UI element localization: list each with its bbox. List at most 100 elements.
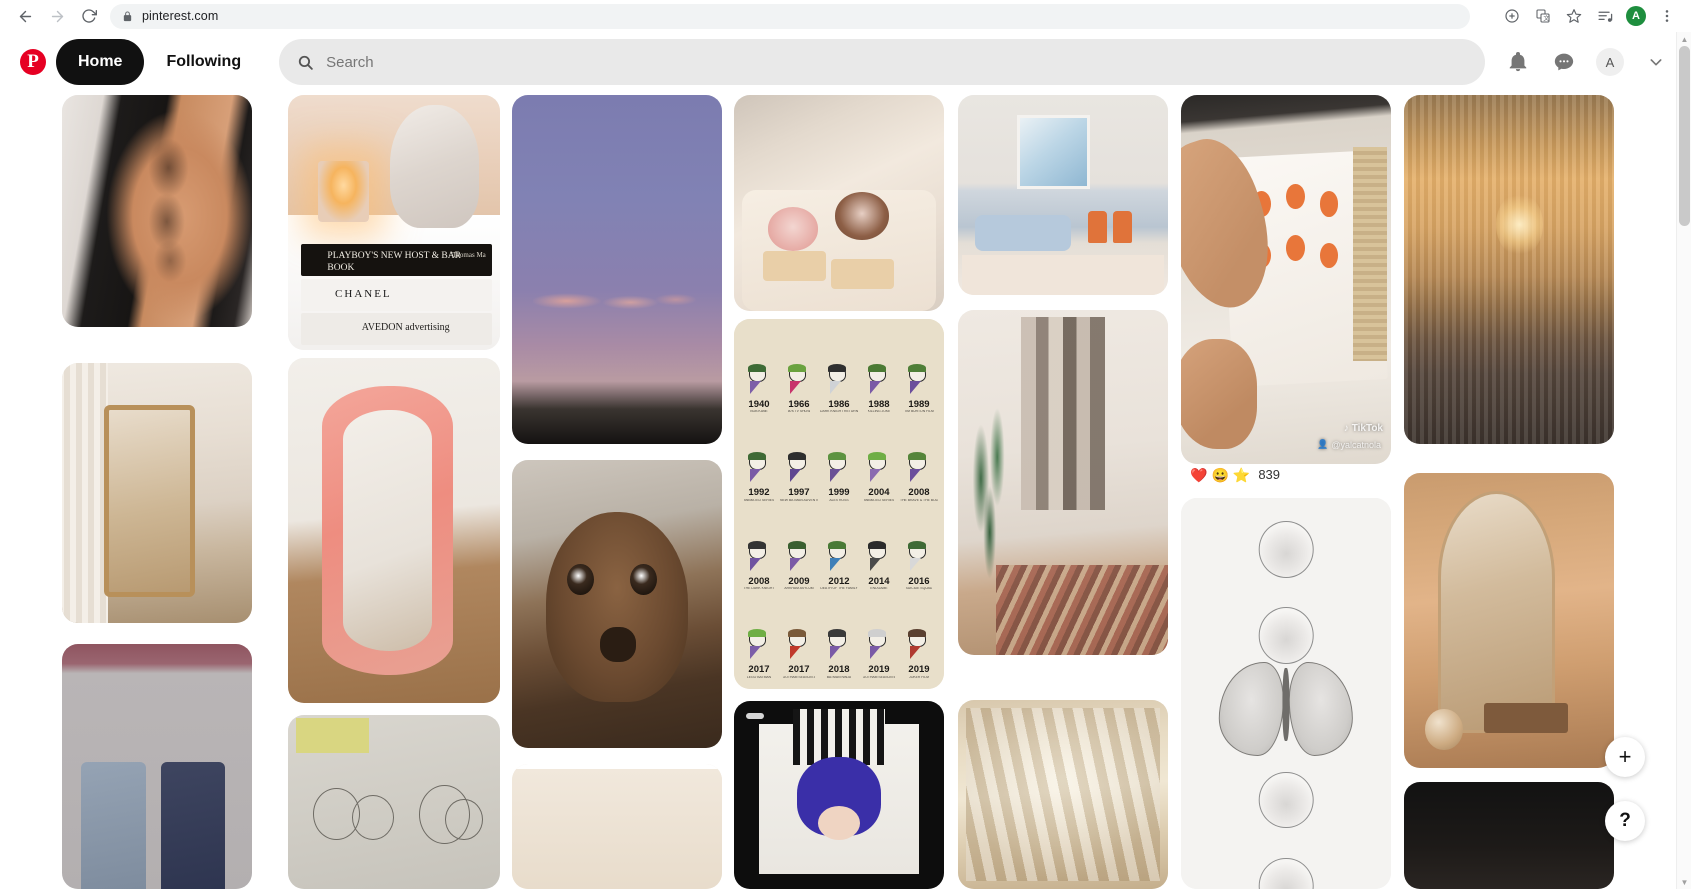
pin-card[interactable] — [288, 358, 500, 703]
pin-card[interactable]: ♪ TikTok 👤 @yalcatnola — [1181, 95, 1391, 464]
reaction-star-emoji: ⭐ — [1232, 466, 1251, 483]
page-scrollbar[interactable]: ▲ ▼ — [1676, 32, 1691, 889]
pin-card[interactable] — [958, 700, 1168, 889]
tiktok-watermark: ♪ TikTok — [1344, 423, 1383, 434]
pin-card[interactable] — [1404, 782, 1614, 889]
pin-card[interactable] — [62, 644, 252, 889]
joker-figure-icon — [866, 629, 892, 664]
translate-icon[interactable]: 文 — [1529, 2, 1557, 30]
search-bar[interactable] — [279, 39, 1485, 85]
pin-card[interactable] — [958, 95, 1168, 295]
pin-card[interactable] — [62, 363, 252, 623]
search-icon — [297, 54, 314, 71]
joker-row: 2017 LEGO BATMAN 2017 GOTHAM SEASON 3 2018 BA… — [740, 595, 938, 680]
messages-icon[interactable] — [1543, 41, 1585, 83]
joker-title: KILLING JOKE — [867, 410, 891, 414]
pin-image — [1404, 782, 1614, 889]
pin-card[interactable] — [512, 764, 722, 889]
add-to-collection-icon[interactable] — [1498, 2, 1526, 30]
pinterest-logo-icon[interactable]: P — [20, 49, 46, 75]
joker-figure-icon — [746, 629, 772, 664]
joker-figure-icon — [746, 363, 772, 399]
joker-figure-icon — [826, 363, 852, 399]
back-arrow-icon[interactable] — [10, 1, 40, 31]
tiktok-handle-text: @yalcatnola — [1331, 439, 1381, 450]
search-input[interactable] — [326, 53, 1467, 71]
address-bar[interactable]: pinterest.com — [110, 3, 1470, 29]
joker-entry: 2017 LEGO BATMAN — [740, 629, 778, 679]
joker-title: ENDGAME — [870, 587, 888, 591]
nav-home-label: Home — [78, 53, 123, 70]
joker-entry: 2019 JOKER FILM — [900, 629, 938, 679]
chevron-down-icon[interactable] — [1635, 41, 1677, 83]
joker-title: TIM BURTON FILM — [904, 410, 934, 414]
pin-card[interactable]: 1940 BOB KANE 1966 60's TV SHOW 1986 DARK KNI… — [734, 319, 944, 689]
joker-figure-icon — [866, 363, 892, 399]
pin-reactions[interactable]: ❤️ 😀 ⭐ 839 — [1190, 467, 1280, 482]
reading-list-icon[interactable] — [1591, 2, 1619, 30]
pin-card[interactable] — [1404, 473, 1614, 768]
forward-arrow-icon[interactable] — [42, 1, 72, 31]
joker-title: NEW BATMAN ADVENTURES — [780, 498, 818, 502]
pin-card[interactable] — [1404, 95, 1614, 444]
joker-year: 2004 — [868, 487, 890, 499]
joker-entry: 2019 GOTHAM SEASON 5 — [860, 629, 898, 679]
joker-entry: 1986 DARK KNIGHT RETURNS — [820, 363, 858, 414]
pin-card[interactable] — [62, 95, 252, 327]
profile-avatar-initial: A — [1596, 48, 1624, 76]
notifications-icon[interactable] — [1497, 41, 1539, 83]
joker-year: 2014 — [868, 575, 890, 587]
joker-title: SUICIDE SQUAD — [905, 587, 933, 591]
tiktok-label: TikTok — [1351, 423, 1383, 434]
question-mark-icon: ? — [1619, 810, 1631, 831]
joker-entry: 1997NEW BATMAN ADVENTURES — [780, 452, 818, 502]
pin-image — [512, 460, 722, 748]
tiktok-handle: 👤 @yalcatnola — [1317, 439, 1381, 450]
joker-figure-icon — [906, 629, 932, 664]
pin-card[interactable] — [1181, 498, 1391, 889]
joker-row: 1992 ANIMATED SERIES 1997 NEW BATMAN ADVENT… — [740, 418, 938, 503]
pin-image — [1404, 95, 1614, 444]
browser-toolbar-icons: 文 A — [1498, 2, 1681, 30]
create-pin-button[interactable]: + — [1605, 737, 1645, 777]
scroll-down-arrow-icon[interactable]: ▼ — [1677, 875, 1691, 889]
pin-card[interactable] — [734, 701, 944, 889]
pin-card[interactable] — [958, 310, 1168, 655]
nav-home-button[interactable]: Home — [56, 39, 145, 85]
joker-year: 2009 — [788, 575, 810, 587]
joker-entry: 1992 ANIMATED SERIES — [740, 452, 778, 502]
nav-following-button[interactable]: Following — [144, 39, 263, 85]
three-dot-menu-icon[interactable] — [1653, 2, 1681, 30]
pin-image — [512, 95, 722, 444]
pin-card[interactable] — [512, 460, 722, 748]
pin-card[interactable] — [288, 715, 500, 889]
joker-year: 1992 — [748, 487, 770, 499]
pinterest-header: P Home Following A — [0, 32, 1691, 92]
header-action-icons: A — [1497, 41, 1677, 83]
joker-figure-icon — [866, 540, 892, 576]
tiktok-note-icon: ♪ — [1343, 423, 1349, 434]
joker-figure-icon — [826, 452, 852, 487]
joker-entry: 2016 SUICIDE SQUAD — [900, 540, 938, 591]
joker-figure-icon — [826, 629, 852, 664]
help-button[interactable]: ? — [1605, 801, 1645, 841]
joker-entry: 2004 ANIMATED SERIES — [860, 452, 898, 502]
joker-year: 2012 — [828, 575, 850, 587]
pin-card[interactable] — [512, 95, 722, 444]
bookmark-star-icon[interactable] — [1560, 2, 1588, 30]
reload-icon[interactable] — [74, 1, 104, 31]
nav-following-label: Following — [166, 53, 242, 70]
pin-card[interactable] — [734, 95, 944, 311]
pin-image — [734, 95, 944, 311]
joker-figure-icon — [746, 452, 772, 487]
pin-card[interactable]: PLAYBOY'S NEW HOST & BAR BOOK Thomas Ma … — [288, 95, 500, 350]
joker-title: ANIMATED SERIES — [743, 498, 775, 502]
chrome-profile-avatar[interactable]: A — [1622, 2, 1650, 30]
profile-avatar[interactable]: A — [1589, 41, 1631, 83]
joker-year: 1986 — [828, 398, 850, 410]
scrollbar-thumb[interactable] — [1679, 46, 1690, 226]
joker-year: 1988 — [868, 398, 890, 410]
joker-year: 2008 — [908, 487, 930, 499]
pin-image — [62, 95, 252, 327]
scroll-up-arrow-icon[interactable]: ▲ — [1677, 32, 1691, 46]
